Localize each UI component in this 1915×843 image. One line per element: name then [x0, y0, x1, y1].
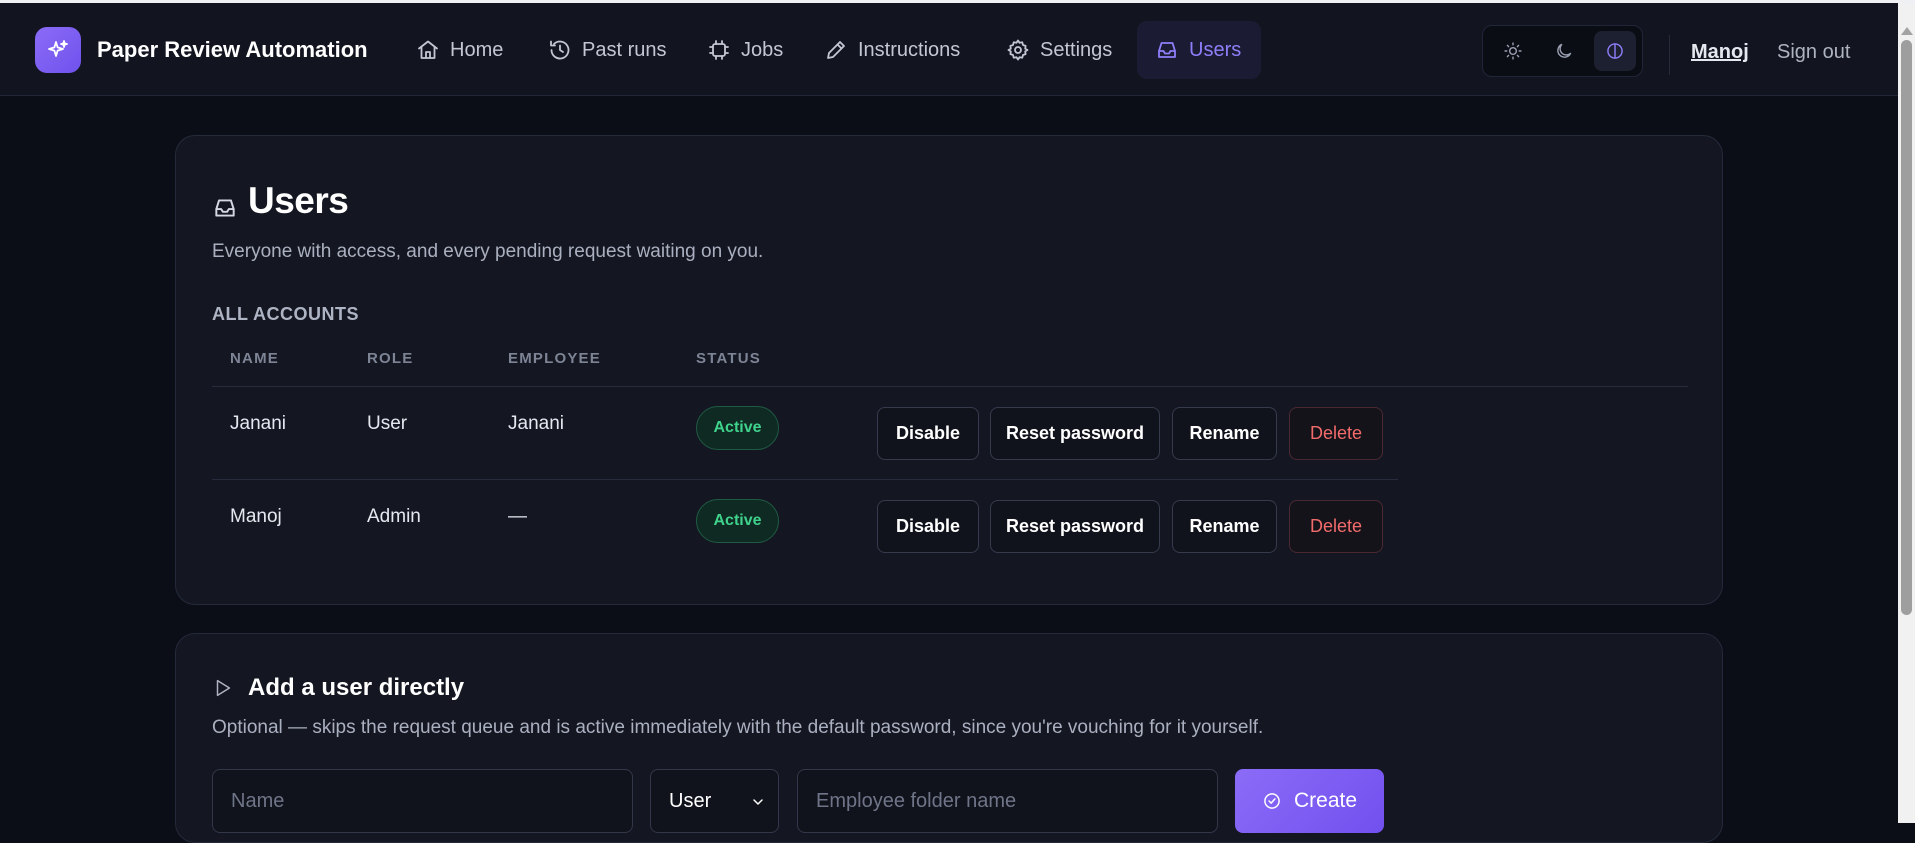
nav-divider	[1669, 35, 1670, 75]
column-header-status: STATUS	[696, 350, 761, 367]
reset-password-button[interactable]: Reset password	[990, 407, 1160, 460]
cpu-icon	[709, 40, 729, 60]
nav-item-instructions[interactable]: Instructions	[806, 21, 978, 79]
inbox-icon	[1158, 42, 1176, 58]
rename-button[interactable]: Rename	[1172, 407, 1277, 460]
delete-button[interactable]: Delete	[1289, 407, 1383, 460]
column-header-employee: EMPLOYEE	[508, 350, 601, 367]
section-label-all-accounts: ALL ACCOUNTS	[212, 304, 359, 324]
contrast-icon	[1607, 43, 1623, 59]
column-header-name: NAME	[230, 350, 279, 367]
theme-dark-button[interactable]	[1543, 31, 1585, 71]
column-header-role: ROLE	[367, 350, 414, 367]
role-select[interactable]: User	[650, 769, 779, 833]
app-name[interactable]: Paper Review Automation	[97, 37, 368, 63]
nav-item-label: Settings	[1040, 38, 1113, 61]
sparkles-icon	[48, 40, 68, 57]
gear-icon	[1007, 39, 1029, 61]
scroll-up-arrow[interactable]	[1901, 27, 1913, 35]
current-user-link[interactable]: Manoj	[1691, 41, 1749, 64]
nav-item-past-runs[interactable]: Past runs	[530, 21, 684, 79]
table-cell-role: User	[367, 413, 408, 434]
nav-item-label: Jobs	[741, 38, 784, 61]
table-cell-role: Admin	[367, 506, 421, 527]
moon-icon	[1557, 43, 1572, 58]
add-user-card: Add a user directly Optional — skips the…	[175, 633, 1723, 843]
create-button-label: Create	[1293, 789, 1358, 812]
pencil-icon	[827, 41, 845, 59]
nav-item-label: Home	[450, 38, 504, 61]
nav-item-label: Past runs	[582, 38, 667, 61]
role-select-value: User	[669, 789, 712, 812]
status-badge: Active	[696, 499, 779, 543]
sun-icon	[1504, 42, 1522, 60]
nav-item-home[interactable]: Home	[398, 21, 521, 79]
top-navbar: Paper Review Automation Home Past runs J…	[0, 3, 1898, 96]
disable-button[interactable]: Disable	[877, 500, 979, 553]
app-logo[interactable]	[35, 27, 81, 73]
name-input[interactable]	[212, 769, 633, 833]
table-cell-employee: —	[508, 506, 527, 527]
nav-item-settings[interactable]: Settings	[988, 21, 1130, 79]
add-user-title: Add a user directly	[248, 674, 465, 701]
history-icon	[550, 40, 570, 60]
check-circle-icon	[1264, 793, 1280, 809]
theme-light-button[interactable]	[1492, 31, 1534, 71]
sign-out-link[interactable]: Sign out	[1777, 41, 1850, 64]
theme-switcher	[1482, 25, 1643, 77]
inbox-icon	[215, 199, 235, 217]
home-icon	[418, 40, 438, 59]
page-description: Everyone with access, and every pending …	[212, 241, 764, 262]
add-user-description: Optional — skips the request queue and i…	[212, 717, 1264, 738]
nav-item-users[interactable]: Users	[1137, 21, 1261, 79]
table-cell-name: Manoj	[230, 506, 282, 527]
theme-contrast-button[interactable]	[1594, 31, 1636, 71]
delete-button[interactable]: Delete	[1289, 500, 1383, 553]
table-header-divider	[212, 386, 1688, 387]
rename-button[interactable]: Rename	[1172, 500, 1277, 553]
chevron-down-icon	[753, 799, 763, 805]
page-title: Users	[248, 180, 349, 221]
table-row-divider	[212, 479, 1398, 480]
reset-password-button[interactable]: Reset password	[990, 500, 1160, 553]
create-user-button[interactable]: Create	[1235, 769, 1384, 833]
play-triangle-icon	[216, 679, 231, 697]
status-badge: Active	[696, 406, 779, 450]
scrollbar-thumb[interactable]	[1901, 40, 1912, 615]
nav-item-jobs[interactable]: Jobs	[689, 21, 801, 79]
table-cell-employee: Janani	[508, 413, 564, 434]
disable-button[interactable]: Disable	[877, 407, 979, 460]
nav-item-label: Users	[1189, 38, 1242, 61]
employee-folder-input[interactable]	[797, 769, 1218, 833]
users-card: Users Everyone with access, and every pe…	[175, 135, 1723, 605]
nav-item-label: Instructions	[858, 38, 961, 61]
page-title-row: Users	[212, 180, 349, 222]
table-cell-name: Janani	[230, 413, 286, 434]
add-user-toggle[interactable]: Add a user directly	[212, 674, 464, 702]
